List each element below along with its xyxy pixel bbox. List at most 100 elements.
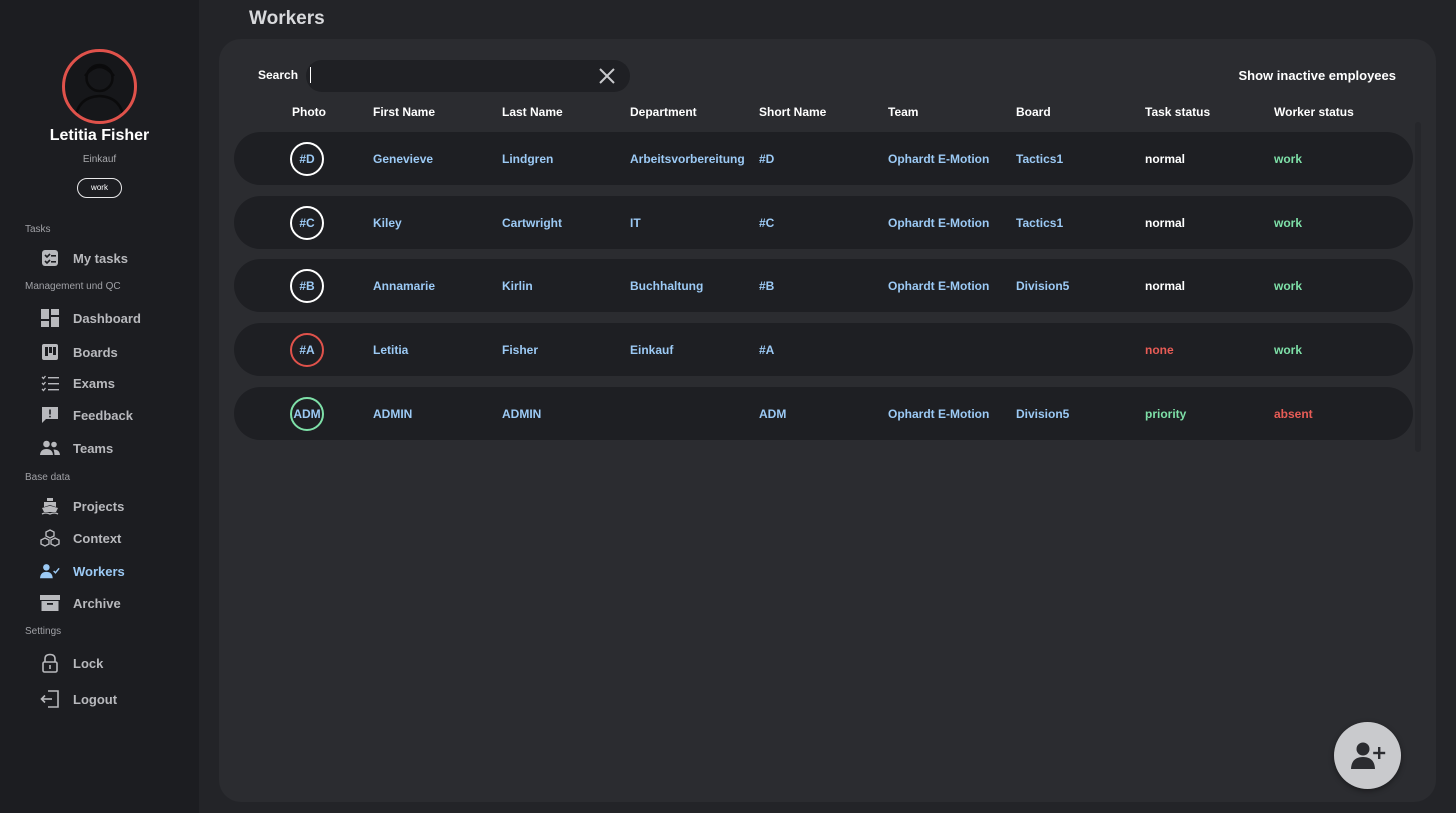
user-check-icon	[40, 561, 60, 581]
cell-task-status: priority	[1145, 407, 1187, 421]
cell-department: Arbeitsvorbereitung	[630, 152, 745, 166]
logout-icon	[40, 689, 60, 709]
checklist-icon	[40, 373, 60, 393]
cell-first-name: Genevieve	[373, 152, 434, 166]
sidebar-item-lock[interactable]: Lock	[40, 652, 103, 674]
worker-photo-badge: #B	[290, 269, 324, 303]
sidebar-item-archive[interactable]: Archive	[40, 592, 121, 614]
sidebar-item-workers[interactable]: Workers	[40, 560, 125, 582]
worker-photo-badge: #D	[290, 142, 324, 176]
column-header-task-status[interactable]: Task status	[1145, 105, 1210, 119]
section-label-settings: Settings	[25, 626, 62, 637]
cubes-icon	[40, 528, 60, 548]
cell-worker-status: work	[1274, 152, 1303, 166]
column-header-short-name[interactable]: Short Name	[759, 105, 826, 119]
cell-team: Ophardt E-Motion	[888, 216, 990, 230]
worker-photo-badge: #A	[290, 333, 324, 367]
board-icon	[40, 342, 60, 362]
column-header-first-name[interactable]: First Name	[373, 105, 435, 119]
cell-board: Tactics1	[1016, 216, 1064, 230]
sidebar-item-label: Dashboard	[73, 310, 141, 326]
sidebar-item-logout[interactable]: Logout	[40, 688, 117, 710]
person-silhouette-icon	[73, 63, 126, 121]
cell-last-name: Lindgren	[502, 152, 554, 166]
sidebar-item-label: Lock	[73, 655, 104, 671]
dashboard-icon	[40, 308, 60, 328]
page-title: Workers	[249, 8, 325, 29]
table-row[interactable]: ADM ADMIN ADMIN ADM Ophardt E-Motion Div…	[234, 387, 1413, 440]
cell-board: Division5	[1016, 279, 1070, 293]
feedback-icon	[40, 405, 60, 425]
user-name: Letitia Fisher	[49, 127, 150, 144]
cell-last-name: Cartwright	[502, 216, 562, 230]
sidebar-item-label: Context	[73, 530, 122, 546]
column-header-board[interactable]: Board	[1016, 105, 1051, 119]
cell-first-name: ADMIN	[373, 407, 413, 421]
worker-photo-badge: ADM	[290, 397, 324, 431]
table-row[interactable]: #C Kiley Cartwright IT #C Ophardt E-Moti…	[234, 196, 1413, 249]
column-header-team[interactable]: Team	[888, 105, 918, 119]
sidebar-item-label: My tasks	[73, 250, 128, 266]
user-status-badge[interactable]: work	[77, 178, 122, 198]
sidebar-item-label: Logout	[73, 691, 118, 707]
show-inactive-employees-toggle[interactable]: Show inactive employees	[1238, 68, 1396, 83]
table-row[interactable]: #D Genevieve Lindgren Arbeitsvorbereitun…	[234, 132, 1413, 185]
cell-task-status: normal	[1145, 216, 1186, 230]
sidebar-item-dashboard[interactable]: Dashboard	[40, 307, 141, 329]
sidebar-item-projects[interactable]: Projects	[40, 495, 124, 517]
cell-task-status: normal	[1145, 152, 1186, 166]
column-header-department[interactable]: Department	[630, 105, 697, 119]
text-caret	[310, 67, 311, 83]
cell-team: Ophardt E-Motion	[888, 152, 990, 166]
cell-last-name: ADMIN	[502, 407, 542, 421]
cell-first-name: Letitia	[373, 343, 409, 357]
ship-icon	[40, 496, 60, 516]
cell-first-name: Kiley	[373, 216, 402, 230]
people-icon	[40, 438, 60, 458]
cell-team: Ophardt E-Motion	[888, 407, 990, 421]
cell-department: Einkauf	[630, 343, 674, 357]
cell-department: IT	[630, 216, 641, 230]
table-row[interactable]: #A Letitia Fisher Einkauf #A none work	[234, 323, 1413, 376]
sidebar-item-feedback[interactable]: Feedback	[40, 404, 133, 426]
column-header-last-name[interactable]: Last Name	[502, 105, 563, 119]
cell-first-name: Annamarie	[373, 279, 436, 293]
task-list-icon	[40, 248, 60, 268]
cell-worker-status: absent	[1274, 407, 1313, 421]
cell-short-name: #C	[759, 216, 775, 230]
clear-search-button[interactable]	[597, 66, 617, 86]
sidebar-item-exams[interactable]: Exams	[40, 372, 115, 394]
lock-icon	[40, 653, 60, 673]
archive-icon	[40, 593, 60, 613]
user-avatar[interactable]	[62, 49, 137, 124]
sidebar-item-context[interactable]: Context	[40, 527, 121, 549]
cell-team: Ophardt E-Motion	[888, 279, 990, 293]
cell-task-status: none	[1145, 343, 1174, 357]
cell-worker-status: work	[1274, 343, 1303, 357]
table-scrollbar[interactable]	[1415, 122, 1421, 452]
section-label-management: Management und QC	[25, 281, 121, 292]
cell-short-name: ADM	[759, 407, 787, 421]
worker-photo-badge: #C	[290, 206, 324, 240]
search-input[interactable]	[306, 60, 586, 92]
sidebar-item-my-tasks[interactable]: My tasks	[40, 247, 128, 269]
cell-department: Buchhaltung	[630, 279, 704, 293]
cell-short-name: #B	[759, 279, 775, 293]
cell-worker-status: work	[1274, 216, 1303, 230]
sidebar-item-boards[interactable]: Boards	[40, 341, 118, 363]
sidebar: Letitia Fisher Einkauf work Tasks My tas…	[0, 0, 199, 813]
sidebar-item-label: Archive	[73, 595, 121, 611]
sidebar-item-label: Workers	[73, 563, 125, 579]
cell-board: Division5	[1016, 407, 1070, 421]
add-worker-button[interactable]	[1334, 722, 1401, 789]
column-header-worker-status[interactable]: Worker status	[1274, 105, 1354, 119]
section-label-base-data: Base data	[25, 472, 71, 483]
user-department: Einkauf	[82, 154, 117, 165]
sidebar-item-teams[interactable]: Teams	[40, 437, 113, 459]
cell-board: Tactics1	[1016, 152, 1064, 166]
table-row[interactable]: #B Annamarie Kirlin Buchhaltung #B Ophar…	[234, 259, 1413, 312]
sidebar-item-label: Projects	[73, 498, 125, 514]
search-label: Search	[258, 68, 299, 82]
column-header-photo[interactable]: Photo	[292, 105, 326, 119]
search-field[interactable]	[306, 60, 630, 92]
